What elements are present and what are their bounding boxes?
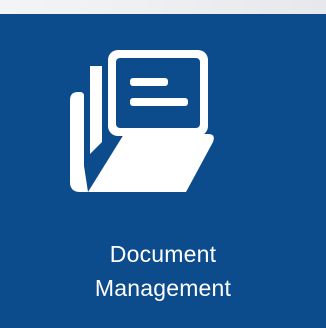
document-management-tile[interactable]: Document Management — [0, 14, 326, 328]
folder-documents-icon — [64, 46, 216, 196]
tile-label-line2: Management — [94, 275, 232, 301]
top-strip — [0, 0, 326, 14]
tile-label-line1: Document — [109, 241, 217, 267]
page: Document Management — [0, 0, 326, 328]
